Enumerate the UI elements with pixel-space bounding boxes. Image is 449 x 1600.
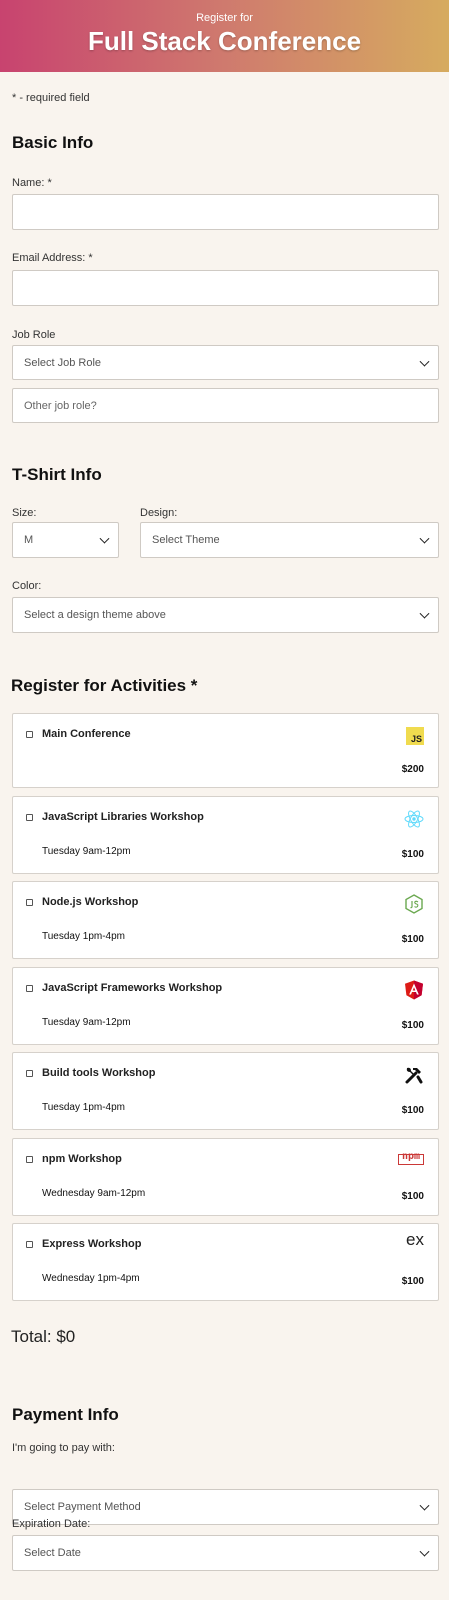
size-label: Size: [12, 507, 37, 519]
activity-checkbox[interactable] [26, 814, 33, 821]
expiration-label: Expiration Date: [12, 1518, 91, 1530]
js-icon: JS [406, 727, 424, 745]
activity-name: JavaScript Libraries Workshop [42, 811, 204, 823]
header-subtitle: Register for [196, 12, 253, 24]
activity-name: Main Conference [42, 728, 131, 740]
activity-name: Build tools Workshop [42, 1067, 156, 1079]
js-icon-text: JS [410, 734, 422, 744]
activity-price: $100 [401, 934, 424, 945]
activity-time: Tuesday 1pm-4pm [42, 931, 125, 942]
nodejs-icon [405, 894, 423, 914]
payment-info-heading: Payment Info [12, 1405, 119, 1424]
activity-price: $100 [401, 1105, 424, 1116]
activity-express[interactable]: Express Workshop ex Wednesday 1pm-4pm $1… [12, 1223, 439, 1301]
design-select[interactable]: Select Theme [140, 522, 439, 558]
color-selected: Select a design theme above [24, 609, 166, 621]
payment-method-label: I'm going to pay with: [12, 1442, 115, 1454]
activity-checkbox[interactable] [26, 1241, 33, 1248]
other-job-role-input[interactable]: Other job role? [12, 388, 439, 423]
npm-icon-text: npm [401, 1151, 421, 1162]
chevron-down-icon [419, 1546, 430, 1557]
activity-checkbox[interactable] [26, 1156, 33, 1163]
activity-time: Wednesday 1pm-4pm [42, 1273, 140, 1284]
chevron-down-icon [419, 356, 430, 367]
express-icon: ex [406, 1230, 424, 1249]
expiration-select[interactable]: Select Date [12, 1535, 439, 1571]
color-label: Color: [12, 580, 42, 592]
chevron-down-icon [419, 533, 430, 544]
activity-price: $100 [401, 1191, 424, 1202]
activity-price: $100 [401, 1020, 424, 1031]
activity-checkbox[interactable] [26, 899, 33, 906]
activity-npm[interactable]: npm Workshop npm Wednesday 9am-12pm $100 [12, 1138, 439, 1216]
activity-nodejs[interactable]: Node.js Workshop Tuesday 1pm-4pm $100 [12, 881, 439, 959]
email-field[interactable] [12, 270, 439, 306]
email-label: Email Address: * [12, 252, 93, 264]
activity-checkbox[interactable] [26, 1070, 33, 1077]
activity-time: Tuesday 1pm-4pm [42, 1102, 125, 1113]
design-selected: Select Theme [152, 534, 220, 546]
tshirt-info-heading: T-Shirt Info [12, 465, 102, 484]
design-label: Design: [140, 507, 178, 519]
activities-heading: Register for Activities * [11, 676, 198, 695]
react-icon [404, 810, 424, 828]
name-label: Name: * [12, 177, 52, 189]
activity-name: Node.js Workshop [42, 896, 139, 908]
required-note: * - required field [12, 92, 90, 104]
activity-time: Tuesday 9am-12pm [42, 846, 131, 857]
job-role-select[interactable]: Select Job Role [12, 345, 439, 380]
other-job-role-placeholder: Other job role? [24, 399, 97, 412]
activity-checkbox[interactable] [26, 731, 33, 738]
chevron-down-icon [419, 1500, 430, 1511]
page-header: Register for Full Stack Conference [0, 0, 449, 72]
job-role-label: Job Role [12, 329, 56, 341]
activity-checkbox[interactable] [26, 985, 33, 992]
job-role-selected: Select Job Role [24, 356, 102, 369]
chevron-down-icon [419, 608, 430, 619]
activity-js-frameworks[interactable]: JavaScript Frameworks Workshop Tuesday 9… [12, 967, 439, 1045]
size-select[interactable]: M [12, 522, 119, 558]
chevron-down-icon [99, 533, 110, 544]
activity-build-tools[interactable]: Build tools Workshop Tuesday 1pm-4pm $10… [12, 1052, 439, 1130]
tools-icon [405, 1067, 423, 1084]
total-cost: Total: $0 [11, 1327, 76, 1346]
angular-icon [405, 980, 423, 1000]
activity-name: Express Workshop [42, 1238, 142, 1250]
activity-name: JavaScript Frameworks Workshop [42, 982, 223, 994]
activity-price: $100 [401, 1276, 424, 1287]
activity-price: $200 [401, 764, 424, 775]
activity-name: npm Workshop [42, 1153, 122, 1165]
activity-main-conference[interactable]: Main Conference JS $200 [12, 713, 439, 788]
activity-price: $100 [401, 849, 424, 860]
payment-method-selected: Select Payment Method [24, 1501, 141, 1513]
activity-time: Tuesday 9am-12pm [42, 1017, 131, 1028]
activity-js-libraries[interactable]: JavaScript Libraries Workshop Tuesday 9a… [12, 796, 439, 874]
expiration-selected: Select Date [24, 1547, 81, 1559]
activity-time: Wednesday 9am-12pm [42, 1188, 146, 1199]
basic-info-heading: Basic Info [12, 133, 94, 152]
size-selected: M [24, 534, 34, 546]
color-select[interactable]: Select a design theme above [12, 597, 439, 633]
header-title: Full Stack Conference [87, 26, 362, 56]
npm-icon: npm [398, 1151, 424, 1165]
name-field[interactable] [12, 194, 439, 230]
